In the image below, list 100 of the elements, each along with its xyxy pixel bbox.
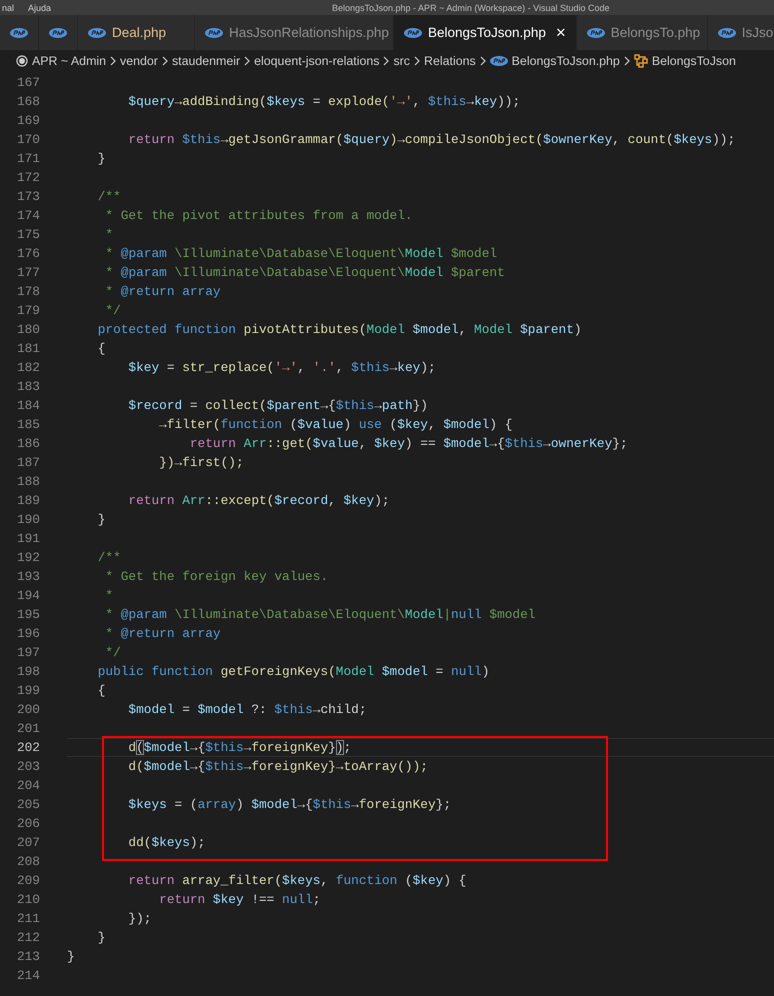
code-line: $record = collect($parent→{$this→path}) — [127, 398, 428, 413]
line-number: 204 — [16, 778, 40, 793]
code-line: return $this→getJsonGrammar($query)→compileJsonObject($ownerKey, count($keys)); — [127, 132, 736, 147]
php-file-icon — [49, 28, 67, 38]
code-line: } — [96, 151, 106, 166]
line-number: 199 — [16, 683, 40, 698]
code-line: public function getForeignKeys(Model $model = null) — [96, 664, 490, 679]
breadcrumb-item[interactable]: staudenmeir — [172, 54, 240, 68]
code-line: } — [96, 512, 106, 527]
line-number: 186 — [16, 436, 40, 451]
line-number: 206 — [16, 816, 40, 831]
line-number: 190 — [16, 512, 40, 527]
code-line: return Arr::except($record, $key); — [127, 493, 390, 508]
line-number: 193 — [16, 569, 40, 584]
php-file-icon — [88, 28, 106, 38]
line-number: 175 — [16, 227, 40, 242]
php-file-icon — [10, 28, 28, 38]
breadcrumb-item[interactable]: BelongsToJson.php — [512, 54, 620, 68]
line-number: 211 — [16, 911, 40, 926]
line-number: 195 — [16, 607, 40, 622]
line-number: 171 — [16, 151, 40, 166]
line-number: 197 — [16, 645, 40, 660]
breadcrumb-item[interactable]: Relations — [424, 54, 476, 68]
line-number: 192 — [16, 550, 40, 565]
line-number: 180 — [16, 322, 40, 337]
code-line: } — [96, 930, 106, 945]
php-file-icon — [205, 28, 223, 38]
line-number: 173 — [16, 189, 40, 204]
line-number: 191 — [16, 531, 40, 546]
code-line: dd($keys); — [127, 835, 206, 850]
code-line: * — [104, 588, 114, 603]
line-number: 169 — [16, 113, 40, 128]
breadcrumb-item[interactable]: eloquent-json-relations — [254, 54, 380, 68]
line-number: 212 — [16, 930, 40, 945]
code-line: $model = $model ?: $this→child; — [127, 702, 367, 717]
code-line: * Get the pivot attributes from a model. — [104, 208, 413, 223]
line-number: 208 — [16, 854, 40, 869]
editor-tab[interactable] — [0, 15, 39, 50]
code-line: return $key !== null; — [158, 892, 320, 907]
code-line: */ — [104, 645, 121, 660]
breadcrumb-item[interactable]: BelongsToJson — [652, 54, 736, 68]
code-line: * — [104, 227, 114, 242]
code-line: } — [67, 949, 75, 964]
chevron-right-icon — [383, 56, 390, 66]
breadcrumb-item[interactable]: src — [393, 54, 410, 68]
code-line: { — [96, 341, 106, 356]
code-line: */ — [104, 303, 121, 318]
menu-item[interactable]: nal — [2, 2, 14, 12]
close-button[interactable]: × — [556, 22, 566, 42]
line-number: 172 — [16, 170, 40, 185]
code-line: return array_filter($keys, function ($key) { — [127, 873, 466, 888]
code-line: /** — [96, 189, 121, 204]
editor-tab[interactable]: HasJsonRelationships.php — [195, 15, 394, 50]
line-number: 200 — [16, 702, 40, 717]
editor-tab[interactable]: BelongsToJson.php × — [394, 15, 577, 50]
code-line: * @return array — [104, 284, 221, 299]
line-number: 179 — [16, 303, 40, 318]
line-number: 183 — [16, 379, 40, 394]
code-line: d($model→{$this→foreignKey}→toArray()); — [127, 759, 428, 774]
breadcrumb-item[interactable]: vendor — [120, 54, 158, 68]
php-file-icon — [490, 56, 508, 66]
line-number: 181 — [16, 341, 40, 356]
line-number: 198 — [16, 664, 40, 679]
chevron-right-icon — [480, 56, 486, 66]
line-number: 187 — [16, 455, 40, 470]
class-icon — [634, 54, 648, 68]
code-line: }); — [127, 911, 152, 926]
code-line: })→first(); — [158, 455, 244, 470]
chevron-right-icon — [414, 56, 420, 66]
line-number: 184 — [16, 398, 40, 413]
line-number: 170 — [16, 132, 40, 147]
breadcrumb-item[interactable]: APR ~ Admin — [32, 54, 106, 68]
code-line: →filter(function ($value) use ($key, $model) { — [158, 417, 512, 432]
chevron-right-icon — [244, 56, 250, 66]
line-number: 188 — [16, 474, 40, 489]
code-line: d($model→{$this→foreignKey}); — [127, 740, 352, 755]
line-number: 168 — [16, 94, 40, 109]
code-line: /** — [96, 550, 121, 565]
editor-tab[interactable]: BelongsTo.php — [576, 15, 708, 50]
editor-tab[interactable]: Deal.php — [78, 15, 195, 50]
line-number: 174 — [16, 208, 40, 223]
line-number: 203 — [16, 759, 40, 774]
code-line: return Arr::get($value, $key) == $model→{$this→ownerKey}; — [188, 436, 628, 451]
chevron-right-icon — [162, 56, 168, 66]
window-title: BelongsToJson.php - APR ~ Admin (Workspace) - Visual Studio Code — [332, 2, 610, 12]
editor-tab[interactable] — [39, 15, 78, 50]
line-number: 209 — [16, 873, 40, 888]
line-number: 177 — [16, 265, 40, 280]
line-number: 176 — [16, 246, 40, 261]
line-number: 167 — [16, 75, 40, 90]
code-line: $keys = (array) $model→{$this→foreignKey}; — [127, 797, 452, 812]
line-number: 205 — [16, 797, 40, 812]
menu-item[interactable]: Ajuda — [28, 2, 52, 12]
line-number: 210 — [16, 892, 40, 907]
circle-icon — [16, 55, 28, 67]
code-line: $query→addBinding($keys = explode('→', $this→key)); — [127, 94, 520, 109]
editor-tab[interactable]: IsJso — [708, 15, 774, 50]
line-number: 194 — [16, 588, 40, 603]
code-line: * Get the foreign key values. — [104, 569, 328, 584]
line-number: 202 — [16, 740, 40, 755]
